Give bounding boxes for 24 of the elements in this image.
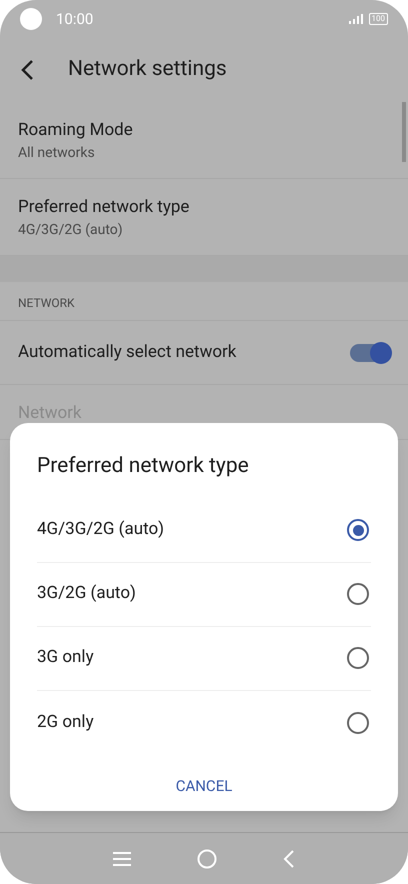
setting-title[interactable]: Preferred network type <box>18 195 390 219</box>
cancel-button[interactable]: CANCEL <box>168 768 240 803</box>
setting-value: All networks <box>18 144 96 163</box>
signal-icon <box>348 14 362 24</box>
toggle-switch[interactable] <box>350 344 390 362</box>
page-title: Network settings <box>68 56 227 84</box>
setting-value: 4G/3G/2G (auto) <box>18 221 124 240</box>
radio-button[interactable] <box>347 647 369 669</box>
section-header: NETWORK <box>18 296 75 310</box>
radio-option[interactable]: 3G/2G (auto) <box>37 562 371 626</box>
back-icon[interactable] <box>20 59 34 81</box>
scrollbar <box>402 102 406 162</box>
setting-title: Automatically select network <box>18 340 236 364</box>
battery-indicator: 100 <box>368 13 388 25</box>
radio-option[interactable]: 3G only <box>37 626 371 690</box>
camera-icon <box>20 8 42 30</box>
radio-button[interactable] <box>347 519 369 541</box>
radio-option[interactable]: 4G/3G/2G (auto) <box>37 498 371 562</box>
radio-option[interactable]: 2G only <box>37 690 371 754</box>
radio-button[interactable] <box>347 583 369 605</box>
radio-button[interactable] <box>347 712 369 734</box>
dialog-title: Preferred network type <box>36 453 250 480</box>
setting-title[interactable]: Roaming Mode <box>18 118 390 142</box>
clock: 10:00 <box>56 8 94 30</box>
